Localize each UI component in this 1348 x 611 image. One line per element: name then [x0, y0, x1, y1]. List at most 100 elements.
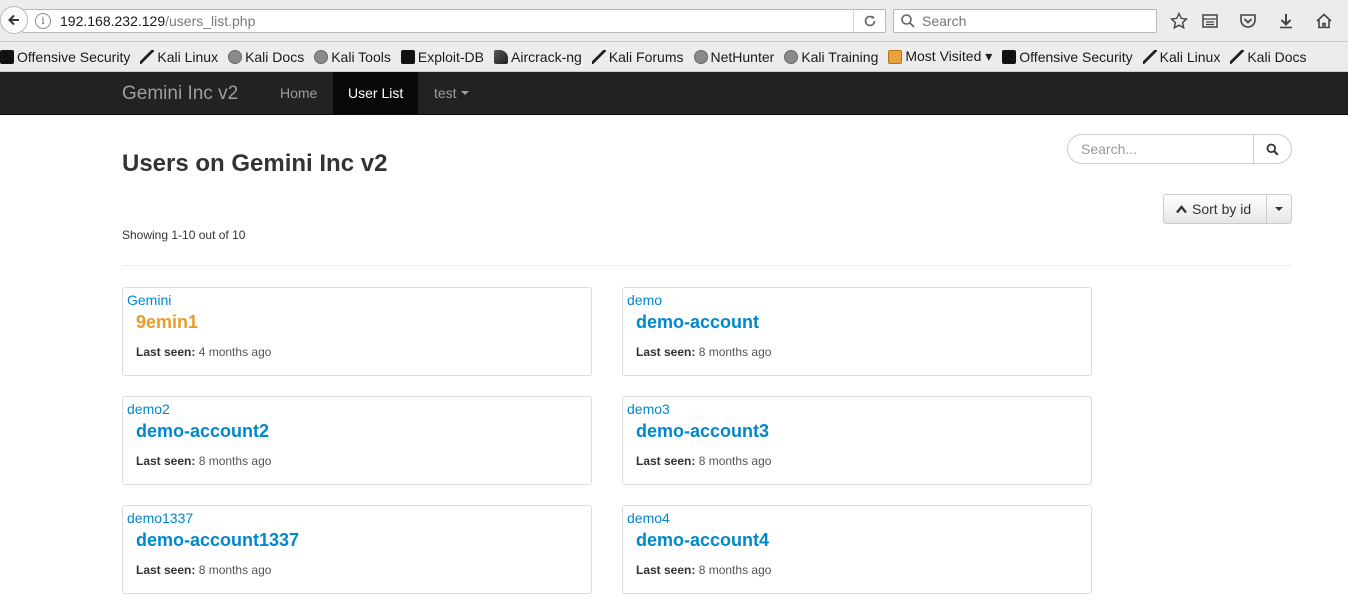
user-display-name-link[interactable]: demo-account	[636, 312, 759, 333]
kali-icon	[1230, 49, 1245, 64]
chevron-down-icon	[460, 91, 469, 95]
browser-search-input[interactable]: Search	[893, 9, 1157, 33]
user-username-link[interactable]: demo2	[127, 401, 170, 417]
user-card: demo2 demo-account2 Last seen: 8 months ag…	[122, 396, 592, 485]
user-card: demo3 demo-account3 Last seen: 8 months ag…	[622, 396, 1092, 485]
bookmark-item[interactable]: Kali Docs	[1230, 49, 1306, 65]
bookmark-label: Most Visited ▾	[905, 48, 993, 64]
sort-label: Sort by id	[1192, 201, 1252, 217]
bookmark-item[interactable]: Kali Docs	[228, 49, 304, 65]
user-username-link[interactable]: demo3	[627, 401, 670, 417]
user-display-name-link[interactable]: demo-account3	[636, 421, 769, 442]
bookmark-label: Kali Linux	[157, 48, 219, 65]
back-button[interactable]	[0, 6, 28, 34]
globe-icon	[314, 49, 329, 64]
bookmark-star-icon[interactable]	[1168, 10, 1190, 32]
kali-icon	[591, 49, 606, 64]
user-menu-label: test	[434, 85, 457, 101]
bookmarks-bar: Offensive Security Kali Linux Kali Docs Kal…	[0, 42, 1348, 72]
url-host: 192.168.232.129	[60, 13, 166, 29]
bookmark-item[interactable]: Kali Linux	[1142, 48, 1221, 65]
pocket-icon[interactable]	[1237, 10, 1259, 32]
user-display-name-link[interactable]: demo-account4	[636, 530, 769, 551]
nav-user-menu[interactable]: test	[419, 72, 484, 114]
user-search-button[interactable]	[1253, 134, 1292, 164]
kali-icon	[1142, 49, 1157, 64]
sort-dropdown-toggle[interactable]	[1267, 194, 1292, 224]
last-seen-label: Last seen:	[636, 563, 696, 577]
globe-icon	[693, 49, 708, 64]
nav-home[interactable]: Home	[265, 72, 332, 114]
site-info-icon[interactable]: i	[35, 13, 51, 29]
home-icon[interactable]	[1313, 10, 1335, 32]
user-username-link[interactable]: Gemini	[127, 292, 171, 308]
user-last-seen: Last seen: 8 months ago	[636, 563, 771, 577]
bookmark-item[interactable]: Offensive Security	[1002, 48, 1133, 65]
user-display-name-link[interactable]: 9emin1	[136, 312, 198, 333]
bookmark-label: Kali Docs	[245, 48, 305, 65]
user-card: demo demo-account Last seen: 8 months ago	[622, 287, 1092, 376]
back-arrow-icon	[8, 14, 19, 26]
download-icon[interactable]	[1275, 10, 1297, 32]
bookmark-label: Kali Docs	[1247, 48, 1307, 65]
folder-icon	[888, 49, 903, 64]
bookmark-label: Offensive Security	[17, 48, 131, 65]
last-seen-value: 8 months ago	[198, 563, 272, 577]
exploit-icon	[400, 49, 415, 64]
url-path: /users_list.php	[165, 13, 256, 29]
user-last-seen: Last seen: 8 months ago	[636, 454, 771, 468]
last-seen-value: 4 months ago	[198, 345, 272, 359]
globe-icon	[784, 49, 799, 64]
bookmark-item[interactable]: Kali Tools	[314, 49, 391, 65]
user-display-name-link[interactable]: demo-account1337	[136, 530, 299, 551]
last-seen-label: Last seen:	[636, 345, 696, 359]
user-card: demo1337 demo-account1337 Last seen: 8 mon…	[122, 505, 592, 594]
reading-list-icon[interactable]	[1199, 10, 1221, 32]
bookmark-item[interactable]: Kali Training	[784, 49, 878, 65]
bookmark-item[interactable]: Kali Linux	[140, 49, 218, 65]
last-seen-value: 8 months ago	[698, 345, 772, 359]
bookmark-item[interactable]: Exploit-DB	[400, 48, 485, 65]
last-seen-label: Last seen:	[136, 345, 196, 359]
bookmark-item[interactable]: Kali Forums	[591, 49, 684, 65]
bookmark-item[interactable]: Offensive Security	[0, 49, 130, 65]
user-last-seen: Last seen: 8 months ago	[136, 563, 271, 577]
url-bar[interactable]: i 192.168.232.129/users_list.php	[22, 9, 886, 33]
bookmark-label: Kali Tools	[331, 48, 391, 65]
user-last-seen: Last seen: 8 months ago	[136, 454, 271, 468]
browser-search-placeholder: Search	[922, 13, 967, 29]
chevron-up-icon	[1176, 204, 1187, 213]
nav-user-list[interactable]: User List	[333, 72, 419, 114]
bookmark-label: Exploit-DB	[417, 48, 485, 65]
divider	[122, 265, 1292, 266]
last-seen-value: 8 months ago	[698, 563, 772, 577]
bookmark-label: NetHunter	[710, 48, 775, 65]
user-search	[1067, 134, 1292, 164]
last-seen-value: 8 months ago	[698, 454, 772, 468]
user-search-input[interactable]	[1067, 134, 1253, 164]
globe-icon	[228, 49, 243, 64]
user-username-link[interactable]: demo4	[627, 510, 670, 526]
page-title: Users on Gemini Inc v2	[122, 150, 388, 177]
bookmark-item[interactable]: Most Visited ▾	[888, 48, 992, 65]
bookmark-item[interactable]: Aircrack-ng	[494, 49, 582, 65]
last-seen-label: Last seen:	[136, 454, 196, 468]
url-text[interactable]: 192.168.232.129/users_list.php	[60, 13, 255, 29]
sort-button[interactable]: Sort by id	[1163, 194, 1267, 224]
user-display-name-link[interactable]: demo-account2	[136, 421, 269, 442]
bookmark-label: Aircrack-ng	[511, 48, 582, 65]
user-card: Gemini 9emin1 Last seen: 4 months ago	[122, 287, 592, 376]
reload-icon[interactable]	[853, 10, 885, 32]
last-seen-value: 8 months ago	[198, 454, 272, 468]
user-username-link[interactable]: demo1337	[127, 510, 193, 526]
site-brand[interactable]: Gemini Inc v2	[122, 83, 238, 105]
user-username-link[interactable]: demo	[627, 292, 662, 308]
bookmark-label: Kali Training	[801, 48, 879, 65]
dragon-icon	[0, 49, 14, 64]
bookmark-label: Kali Linux	[1159, 48, 1221, 65]
bookmark-label: Offensive Security	[1019, 48, 1133, 65]
kali-icon	[140, 49, 155, 64]
bookmark-item[interactable]: NetHunter	[693, 48, 775, 65]
last-seen-label: Last seen:	[136, 563, 196, 577]
search-icon	[901, 14, 915, 28]
